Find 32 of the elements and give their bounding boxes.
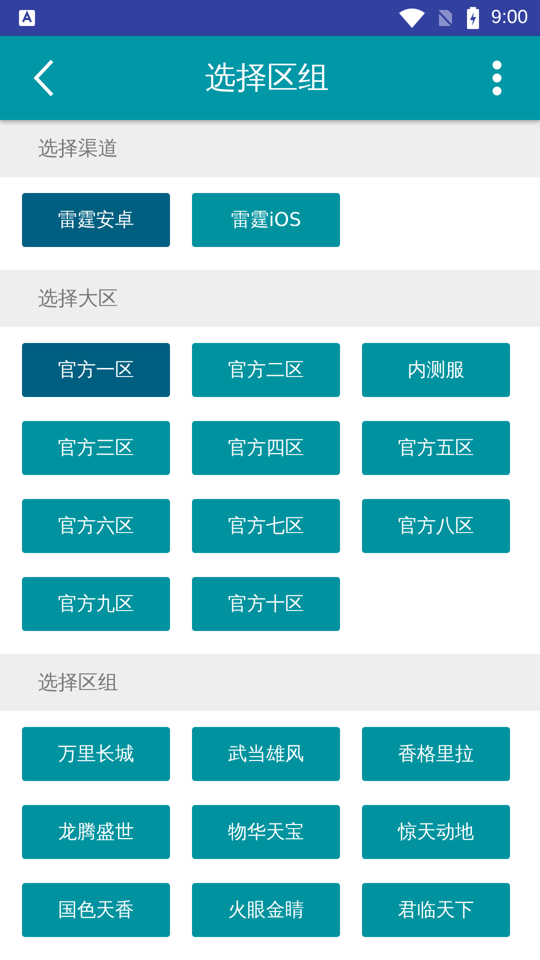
option-button[interactable]: 武当雄风 xyxy=(192,727,340,781)
wifi-icon xyxy=(399,8,426,28)
option-button[interactable]: 官方四区 xyxy=(192,421,340,475)
option-button[interactable]: 万里长城 xyxy=(22,727,170,781)
battery-charging-icon xyxy=(467,7,480,29)
option-button[interactable]: 官方九区 xyxy=(22,577,170,631)
option-button[interactable]: 龙腾盛世 xyxy=(22,805,170,859)
option-button[interactable]: 官方五区 xyxy=(362,421,510,475)
clock-time: 9:00 xyxy=(491,7,528,29)
section-title: 选择大区 xyxy=(38,285,118,312)
option-button[interactable]: 雷霆iOS xyxy=(192,193,340,247)
more-icon[interactable] xyxy=(492,60,502,96)
option-button[interactable]: 官方一区 xyxy=(22,343,170,397)
option-button[interactable]: 官方八区 xyxy=(362,499,510,553)
option-button[interactable]: 惊天动地 xyxy=(362,805,510,859)
option-button[interactable]: 官方六区 xyxy=(22,499,170,553)
option-button[interactable]: 官方三区 xyxy=(22,421,170,475)
option-button[interactable]: 国色天香 xyxy=(22,883,170,937)
back-icon[interactable] xyxy=(32,58,56,98)
option-button[interactable]: 君临天下 xyxy=(362,883,510,937)
option-button[interactable]: 物华天宝 xyxy=(192,805,340,859)
section-title: 选择区组 xyxy=(38,669,118,696)
section-title: 选择渠道 xyxy=(38,135,118,162)
notification-icon xyxy=(18,9,36,27)
option-button[interactable]: 火眼金睛 xyxy=(192,883,340,937)
option-button[interactable]: 香格里拉 xyxy=(362,727,510,781)
option-button[interactable]: 雷霆安卓 xyxy=(22,193,170,247)
option-button[interactable]: 官方二区 xyxy=(192,343,340,397)
option-button[interactable]: 内测服 xyxy=(362,343,510,397)
option-button[interactable]: 官方七区 xyxy=(192,499,340,553)
option-button[interactable]: 官方十区 xyxy=(192,577,340,631)
page-title: 选择区组 xyxy=(204,59,330,98)
